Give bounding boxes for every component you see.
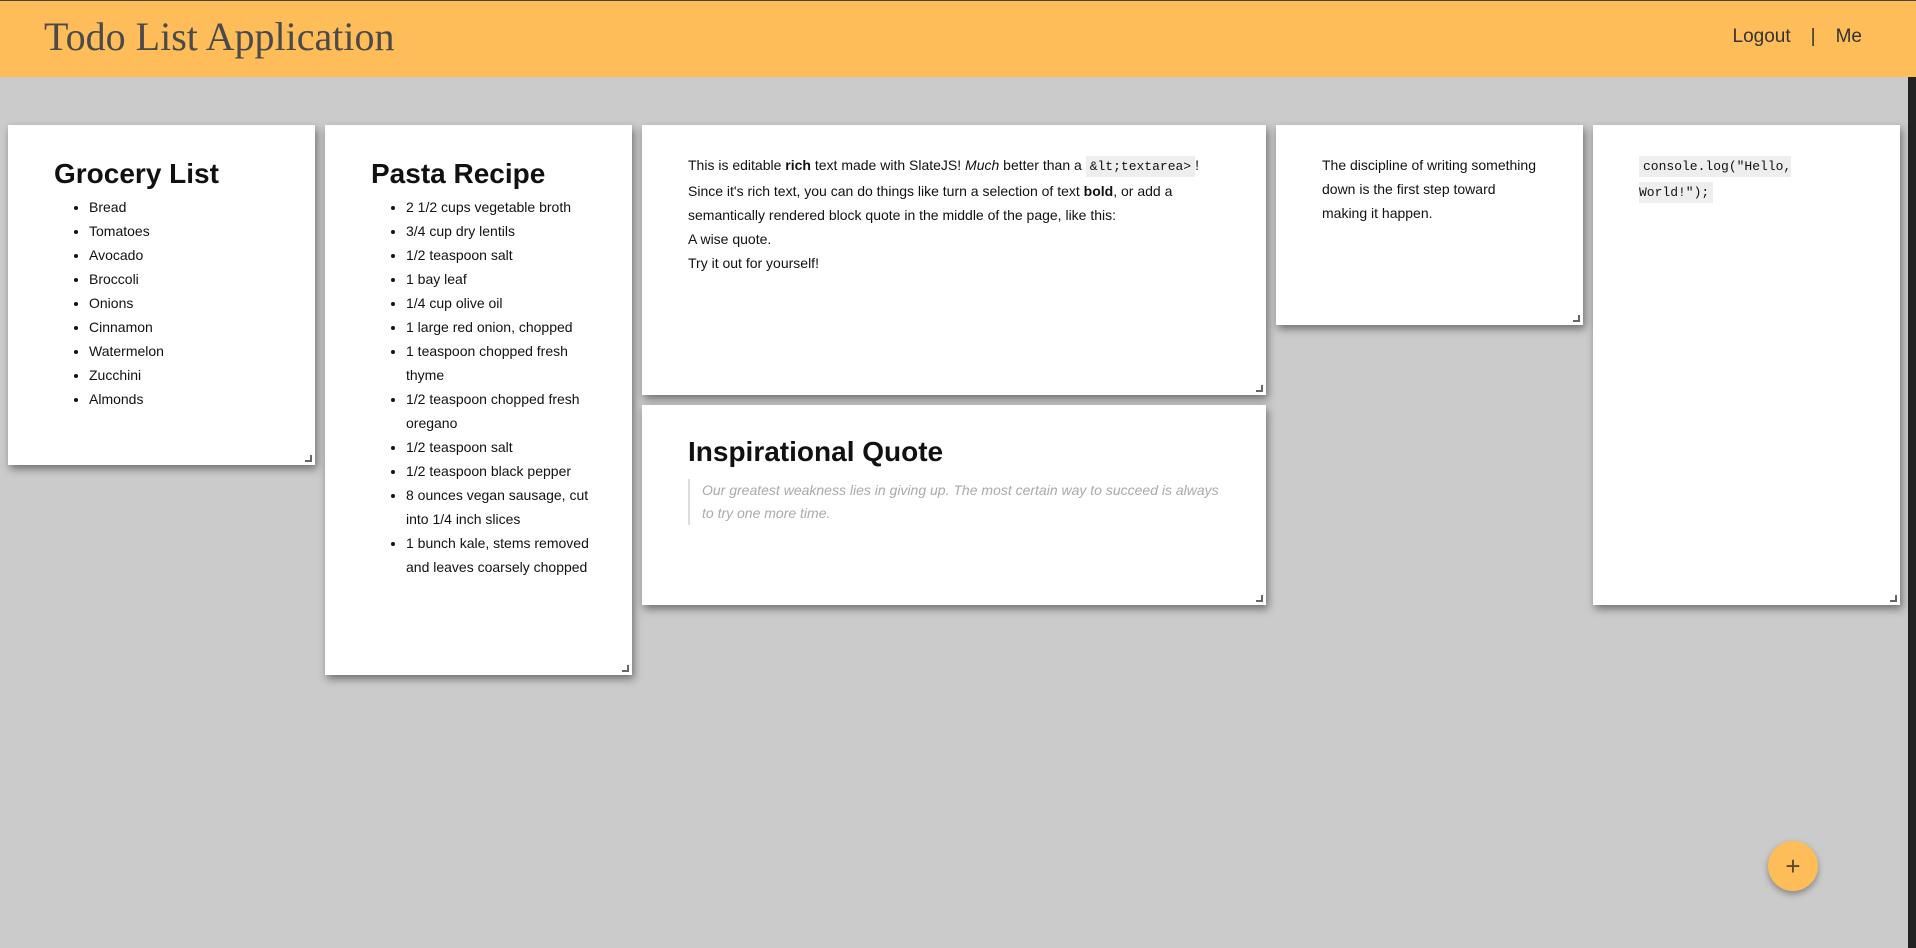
list-item[interactable]: 1/4 cup olive oil bbox=[406, 291, 592, 315]
page-scrollbar[interactable] bbox=[1908, 77, 1916, 948]
note-title[interactable]: Pasta Recipe bbox=[371, 157, 632, 191]
text-run: ! bbox=[1195, 157, 1199, 173]
list-item[interactable]: Avocado bbox=[89, 243, 315, 267]
app-title: Todo List Application bbox=[44, 14, 395, 59]
note-pasta-recipe[interactable]: Pasta Recipe 2 1/2 cups vegetable broth … bbox=[325, 125, 632, 675]
resize-handle[interactable] bbox=[622, 665, 629, 672]
list-item[interactable]: 1/2 teaspoon black pepper bbox=[406, 459, 592, 483]
resize-handle[interactable] bbox=[1256, 595, 1263, 602]
note-discipline[interactable]: The discipline of writing something down… bbox=[1276, 125, 1583, 325]
nav-separator: | bbox=[1810, 26, 1816, 47]
note-rich-text[interactable]: This is editable rich text made with Sla… bbox=[642, 125, 1266, 395]
list-item[interactable]: 1/2 teaspoon salt bbox=[406, 243, 592, 267]
list-item[interactable]: 1 bay leaf bbox=[406, 267, 592, 291]
note-text[interactable]: The discipline of writing something down… bbox=[1276, 125, 1583, 225]
list-item[interactable]: Broccoli bbox=[89, 267, 315, 291]
rich-text-line-3[interactable]: A wise quote. bbox=[688, 227, 1216, 251]
list-item[interactable]: Bread bbox=[89, 195, 315, 219]
note-inspirational-quote[interactable]: Inspirational Quote Our greatest weaknes… bbox=[642, 405, 1266, 605]
resize-handle[interactable] bbox=[1256, 385, 1263, 392]
rich-text-line-4[interactable]: Try it out for yourself! bbox=[688, 251, 1216, 275]
logout-link[interactable]: Logout bbox=[1733, 26, 1791, 48]
list-item[interactable]: Watermelon bbox=[89, 339, 315, 363]
list-item[interactable]: Zucchini bbox=[89, 363, 315, 387]
add-note-button[interactable]: + bbox=[1768, 841, 1818, 891]
list-item[interactable]: 1 large red onion, chopped bbox=[406, 315, 592, 339]
list-item[interactable]: Onions bbox=[89, 291, 315, 315]
italic-text: Much bbox=[965, 157, 1000, 173]
note-title[interactable]: Grocery List bbox=[54, 157, 315, 191]
pasta-items[interactable]: 2 1/2 cups vegetable broth 3/4 cup dry l… bbox=[371, 195, 632, 579]
note-code-body[interactable]: console.log("Hello, World!"); bbox=[1593, 125, 1900, 205]
bold-text: bold bbox=[1083, 183, 1114, 199]
list-item[interactable]: 1/2 teaspoon chopped fresh oregano bbox=[406, 387, 592, 435]
grocery-items[interactable]: Bread Tomatoes Avocado Broccoli Onions C… bbox=[54, 195, 315, 411]
list-item[interactable]: 1 teaspoon chopped fresh thyme bbox=[406, 339, 592, 387]
quote-block[interactable]: Our greatest weakness lies in giving up.… bbox=[688, 478, 1226, 525]
inline-code: &lt;textarea> bbox=[1085, 156, 1196, 177]
list-item[interactable]: 3/4 cup dry lentils bbox=[406, 219, 592, 243]
text-run: text made with SlateJS! bbox=[810, 157, 966, 173]
list-item[interactable]: 1 bunch kale, stems removed and leaves c… bbox=[406, 531, 592, 579]
bold-text: rich bbox=[785, 157, 811, 173]
code-snippet: console.log("Hello, World!"); bbox=[1639, 156, 1792, 203]
me-link[interactable]: Me bbox=[1836, 26, 1862, 48]
list-item[interactable]: 2 1/2 cups vegetable broth bbox=[406, 195, 592, 219]
list-item[interactable]: Cinnamon bbox=[89, 315, 315, 339]
resize-handle[interactable] bbox=[305, 455, 312, 462]
text-run: Since it's rich text, you can do things … bbox=[688, 183, 1084, 199]
note-code[interactable]: console.log("Hello, World!"); bbox=[1593, 125, 1900, 605]
header-nav: Logout | Me bbox=[1733, 26, 1862, 48]
list-item[interactable]: Tomatoes bbox=[89, 219, 315, 243]
rich-text-editor[interactable]: This is editable rich text made with Sla… bbox=[642, 125, 1266, 275]
resize-handle[interactable] bbox=[1890, 595, 1897, 602]
list-item[interactable]: Almonds bbox=[89, 387, 315, 411]
resize-handle[interactable] bbox=[1573, 315, 1580, 322]
rich-text-line-1[interactable]: This is editable rich text made with Sla… bbox=[688, 153, 1216, 227]
list-item[interactable]: 1/2 teaspoon salt bbox=[406, 435, 592, 459]
text-run: This is editable bbox=[688, 157, 786, 173]
list-item[interactable]: 8 ounces vegan sausage, cut into 1/4 inc… bbox=[406, 483, 592, 531]
text-run: better than a bbox=[999, 157, 1086, 173]
note-title[interactable]: Inspirational Quote bbox=[688, 435, 1226, 469]
app-header: Todo List Application Logout | Me bbox=[0, 0, 1916, 77]
note-grocery-list[interactable]: Grocery List Bread Tomatoes Avocado Broc… bbox=[8, 125, 315, 465]
